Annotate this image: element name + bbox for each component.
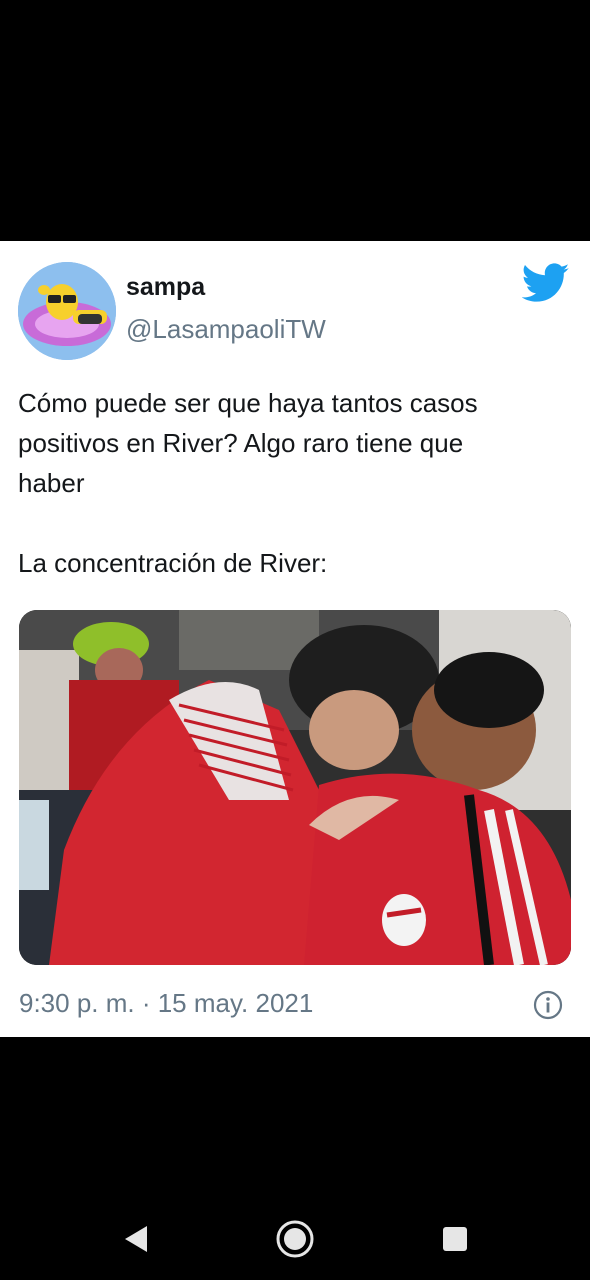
info-icon[interactable] xyxy=(533,990,563,1020)
tweet-text: Cómo puede ser que haya tantos casos pos… xyxy=(18,383,574,583)
tweet-card[interactable]: sampa @LasampaoliTW Cómo puede ser que h… xyxy=(0,241,590,1037)
tweet-text-paragraph: Cómo puede ser que haya tantos casos pos… xyxy=(18,388,478,498)
tweet-media-photo[interactable] xyxy=(19,610,571,965)
user-handle[interactable]: @LasampaoliTW xyxy=(126,314,326,345)
home-icon[interactable] xyxy=(274,1218,316,1260)
status-area xyxy=(0,0,590,241)
twitter-bird-icon[interactable] xyxy=(521,263,570,305)
avatar[interactable] xyxy=(18,262,116,360)
recents-icon[interactable] xyxy=(434,1218,476,1260)
tweet-timestamp[interactable]: 9:30 p. m. · 15 may. 2021 xyxy=(19,988,313,1019)
back-icon[interactable] xyxy=(114,1218,156,1260)
system-navigation-bar xyxy=(0,1200,590,1276)
tweet-text-paragraph: La concentración de River: xyxy=(18,548,328,578)
display-name[interactable]: sampa xyxy=(126,273,205,302)
